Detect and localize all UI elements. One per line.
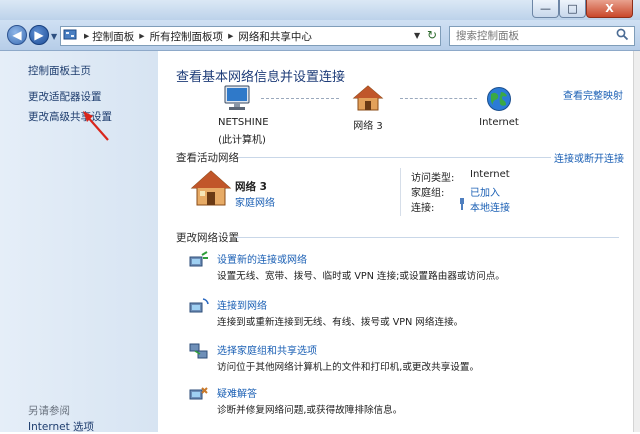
search-icon[interactable]: [616, 28, 629, 44]
maximize-button[interactable]: □: [559, 0, 586, 18]
active-network-name: 网络 3: [235, 181, 267, 193]
minimize-button[interactable]: —: [532, 0, 559, 18]
search-input[interactable]: [449, 26, 635, 46]
network-house-icon: [352, 84, 384, 115]
active-networks-heading: 查看活动网络: [176, 152, 239, 164]
troubleshoot-link[interactable]: 疑难解答: [217, 385, 257, 400]
homegroup-label: 家庭组:: [411, 188, 445, 199]
map-computer-name: NETSHINE: [218, 117, 269, 128]
local-connection-link[interactable]: 本地连接: [470, 199, 510, 214]
network-adapter-icon: [457, 198, 467, 213]
connect-network-desc: 连接到或重新连接到无线、有线、拨号或 VPN 网络连接。: [217, 317, 464, 328]
connect-network-link[interactable]: 连接到网络: [217, 297, 267, 312]
close-button[interactable]: X: [586, 0, 633, 18]
map-internet-label: Internet: [479, 117, 519, 128]
page-title: 查看基本网络信息并设置连接: [176, 70, 346, 85]
homegroup-link[interactable]: 已加入: [470, 184, 500, 199]
internet-globe-icon: [486, 86, 512, 115]
address-dropdown-icon[interactable]: ▼: [414, 31, 420, 40]
computer-icon: [222, 84, 252, 115]
breadcrumb-all-items[interactable]: 所有控制面板项: [150, 29, 224, 44]
homegroup-sharing-link[interactable]: 选择家庭组和共享选项: [217, 342, 317, 357]
setup-connection-link[interactable]: 设置新的连接或网络: [217, 251, 307, 266]
setup-connection-desc: 设置无线、宽带、拨号、临时或 VPN 连接;或设置路由器或访问点。: [217, 271, 505, 282]
see-also-heading: 另请参阅: [28, 405, 70, 417]
active-network-house-icon: [190, 169, 232, 210]
troubleshoot-desc: 诊断并修复网络问题,或获得故障排除信息。: [217, 405, 403, 416]
network-type-link[interactable]: 家庭网络: [235, 194, 275, 209]
breadcrumb-separator-icon: ▸: [228, 30, 234, 42]
access-type-value: Internet: [470, 169, 510, 180]
map-network-name: 网络 3: [353, 121, 383, 132]
troubleshoot-icon: [189, 385, 209, 406]
divider: [236, 237, 619, 238]
annotation-arrow-icon: [0, 0, 160, 153]
connect-disconnect-link[interactable]: 连接或断开连接: [554, 150, 624, 165]
divider: [238, 157, 551, 158]
breadcrumb-network-center[interactable]: 网络和共享中心: [238, 29, 312, 44]
access-type-label: 访问类型:: [411, 173, 455, 184]
change-settings-heading: 更改网络设置: [176, 232, 239, 244]
divider: [400, 168, 401, 216]
homegroup-sharing-desc: 访问位于其他网络计算机上的文件和打印机,或更改共享设置。: [217, 362, 480, 373]
map-connector: [400, 98, 477, 99]
homegroup-sharing-icon: [189, 342, 209, 363]
scrollbar[interactable]: [633, 51, 640, 432]
map-connector: [261, 98, 339, 99]
full-map-link[interactable]: 查看完整映射: [563, 87, 623, 102]
connection-label: 连接:: [411, 203, 435, 214]
map-computer-subtitle: (此计算机): [218, 135, 266, 146]
refresh-icon[interactable]: ↻: [427, 28, 437, 42]
connect-network-icon: [189, 297, 209, 318]
new-connection-icon: [189, 251, 209, 272]
